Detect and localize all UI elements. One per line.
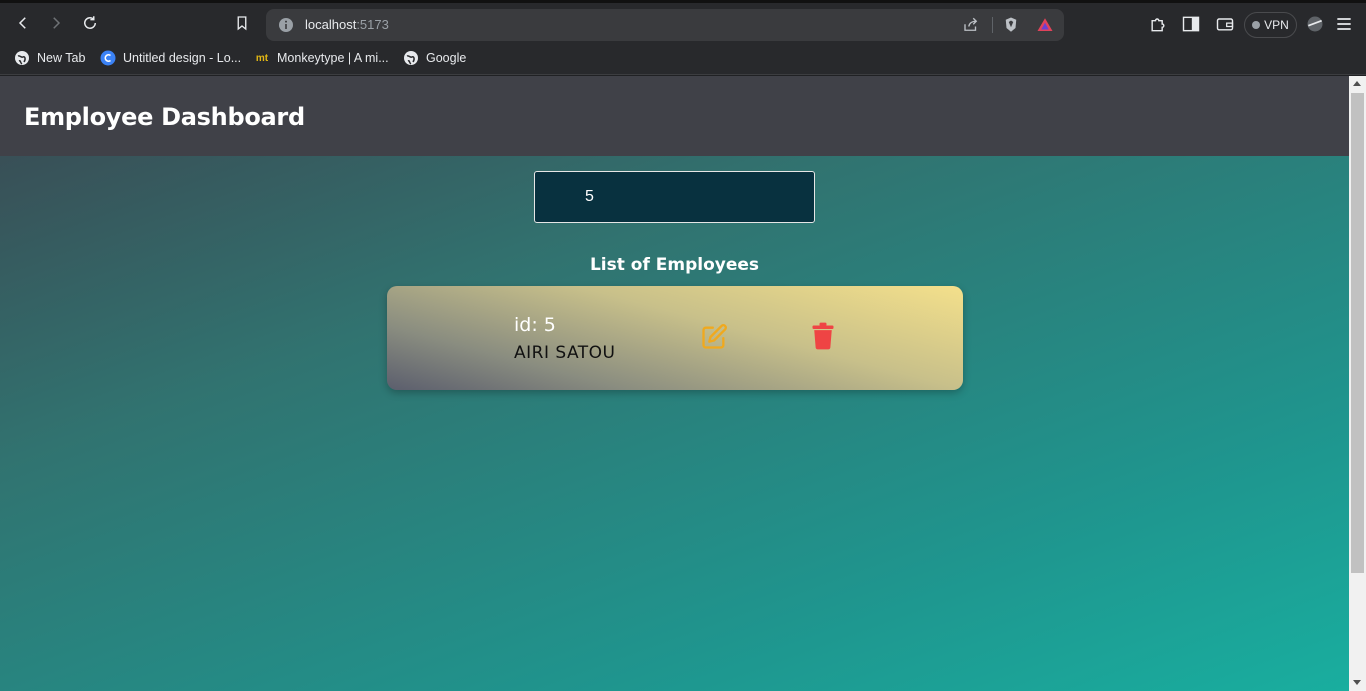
canva-icon [100,50,116,66]
vpn-label: VPN [1264,18,1289,32]
profile-avatar-icon[interactable] [1305,14,1325,34]
menu-icon[interactable] [1334,14,1354,34]
page-viewport: Employee Dashboard List of Employees id:… [0,76,1349,691]
browser-toolbar: localhost:5173 VPN [0,0,1366,42]
page-scrollbar[interactable] [1349,76,1366,691]
search-input[interactable] [534,171,815,223]
bookmark-icon [237,16,247,31]
info-icon[interactable] [278,17,294,33]
reload-button[interactable] [79,12,101,34]
url-separator [992,17,993,33]
back-button[interactable] [12,12,34,34]
arrow-right-icon [53,17,61,29]
globe-icon [15,51,29,65]
bookmark-label: Monkeytype | A mi... [277,51,389,65]
url-port: :5173 [356,17,389,32]
reload-icon [84,16,96,29]
bookmark-button[interactable] [231,12,253,34]
page-title: Employee Dashboard [24,103,305,131]
monkeytype-icon: mt [255,52,269,64]
arrow-left-icon [18,17,26,29]
address-bar[interactable]: localhost:5173 [266,9,1064,41]
employee-card: id: 5 AIRI SATOU [387,286,963,390]
bookmark-monkeytype[interactable]: mt Monkeytype | A mi... [254,50,389,66]
url-text[interactable]: localhost:5173 [305,17,389,32]
list-title: List of Employees [589,255,760,275]
vpn-button[interactable]: VPN [1244,12,1297,38]
globe-icon [404,51,418,65]
bookmarks-bar: New Tab Untitled design - Lo... mt Monke… [0,42,1366,75]
bookmark-new-tab[interactable]: New Tab [14,50,85,66]
vpn-status-icon [1252,21,1261,29]
bookmark-label: New Tab [37,51,86,65]
share-icon[interactable] [962,16,980,34]
scroll-thumb[interactable] [1351,93,1364,573]
brave-shield-icon[interactable] [1002,16,1020,34]
delete-icon[interactable] [811,322,835,350]
edit-icon[interactable] [700,323,728,351]
employee-id: id: 5 [514,314,556,336]
url-host: localhost [305,17,357,32]
bookmark-label: Untitled design - Lo... [123,51,242,65]
bookmark-label: Google [426,51,467,65]
app-header: Employee Dashboard [0,76,1349,156]
scroll-up-icon[interactable] [1353,81,1361,86]
sidebar-icon[interactable] [1181,14,1201,34]
bookmark-untitled-design[interactable]: Untitled design - Lo... [100,50,241,66]
brave-rewards-icon[interactable] [1036,16,1054,34]
scroll-down-icon[interactable] [1353,680,1361,685]
forward-button[interactable] [45,12,67,34]
wallet-icon[interactable] [1215,14,1235,34]
employee-name: AIRI SATOU [514,343,616,363]
extensions-icon[interactable] [1148,14,1168,34]
bookmark-google[interactable]: Google [403,50,466,66]
